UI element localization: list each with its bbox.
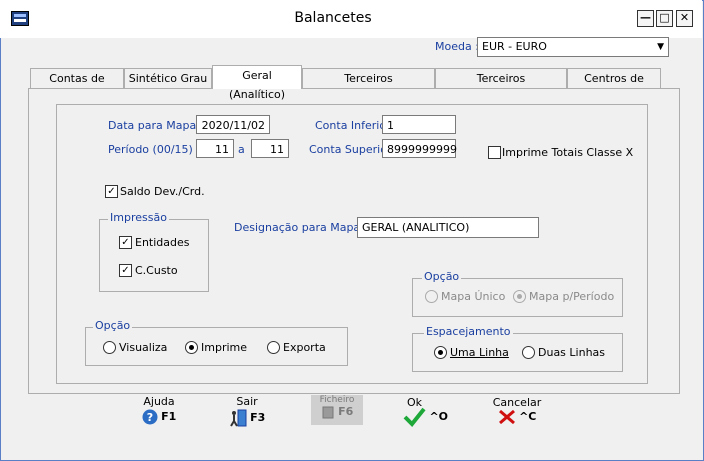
- uma-linha-radio[interactable]: [434, 346, 447, 359]
- data-mapa-label: Data para Mapa: [108, 119, 197, 132]
- checkmark-icon: [403, 407, 426, 427]
- maximize-button[interactable]: □: [656, 10, 673, 27]
- mapa-periodo-label: Mapa p/Período: [529, 290, 615, 303]
- svg-text:?: ?: [146, 411, 152, 424]
- ccusto-checkbox[interactable]: ✓: [119, 264, 132, 277]
- exit-door-icon: [229, 409, 247, 427]
- ok-key: ^O: [429, 410, 449, 423]
- file-icon: [322, 406, 334, 419]
- sair-key: F3: [250, 411, 266, 424]
- opcao-saida-title: Opção: [93, 319, 133, 332]
- data-mapa-field[interactable]: 2020/11/02: [196, 115, 270, 134]
- moeda-label: Moeda :: [435, 40, 479, 53]
- ficheiro-button[interactable]: Ficheiro F6: [311, 395, 363, 425]
- window-title: Balancetes: [294, 10, 372, 26]
- mapa-unico-label: Mapa Único: [441, 290, 506, 303]
- mapa-unico-radio[interactable]: [425, 290, 438, 303]
- ok-button[interactable]: Ok ^O: [400, 396, 450, 427]
- tab-terceiros-entidade-conta[interactable]: Terceiros Entidade/Conta: [435, 68, 567, 104]
- imprime-totais-checkbox[interactable]: [488, 146, 501, 159]
- exporta-radio[interactable]: [267, 341, 280, 354]
- chevron-down-icon[interactable]: ▼: [657, 38, 664, 56]
- impressao-group: [99, 219, 209, 292]
- help-icon: ?: [142, 409, 158, 425]
- conta-superior-field[interactable]: 8999999999: [382, 139, 457, 158]
- duas-linhas-label: Duas Linhas: [538, 346, 606, 359]
- impressao-title: Impressão: [108, 211, 169, 224]
- close-button[interactable]: ✕: [676, 10, 693, 27]
- sair-button[interactable]: Sair F3: [222, 395, 272, 427]
- uma-linha-label: Uma Linha: [450, 346, 509, 359]
- tab-centros-custo[interactable]: Centros de Custo: [567, 68, 661, 104]
- cancelar-label: Cancelar: [492, 396, 542, 409]
- duas-linhas-radio[interactable]: [522, 346, 535, 359]
- tab-sintetico-grau-x[interactable]: Sintético Grau X: [124, 68, 212, 104]
- conta-inferior-label: Conta Inferior: [315, 119, 391, 132]
- mapa-periodo-radio[interactable]: [513, 290, 526, 303]
- ajuda-button[interactable]: Ajuda ? F1: [134, 395, 184, 425]
- ficheiro-label: Ficheiro: [319, 395, 355, 405]
- imprime-label: Imprime: [201, 341, 248, 354]
- moeda-value: EUR - EURO: [482, 40, 547, 53]
- tab-geral-analitico[interactable]: Geral (Analítico): [212, 65, 302, 101]
- conta-superior-label: Conta Superior: [309, 143, 392, 156]
- ccusto-label: C.Custo: [135, 264, 178, 277]
- imprime-totais-label: Imprime Totais Classe X: [502, 146, 634, 159]
- moeda-select[interactable]: EUR - EURO ▼: [477, 37, 669, 57]
- cancel-x-icon: [498, 409, 515, 425]
- cancelar-key: ^C: [519, 410, 537, 423]
- periodo-separator: a: [238, 143, 245, 156]
- tab-contas-razao[interactable]: Contas de Razão: [30, 68, 124, 104]
- ficheiro-key: F6: [338, 405, 354, 418]
- periodo-label: Período (00/15): [108, 143, 193, 156]
- visualiza-label: Visualiza: [119, 341, 168, 354]
- title-bar: Balancetes — □ ✕: [0, 0, 702, 38]
- tab-terceiros-conta-entidade[interactable]: Terceiros Conta/Entidade: [302, 68, 435, 104]
- exporta-label: Exporta: [283, 341, 326, 354]
- designacao-field[interactable]: GERAL (ANALITICO): [357, 217, 539, 238]
- ajuda-key: F1: [161, 410, 177, 423]
- designacao-label: Designação para Mapa: [234, 221, 361, 234]
- imprime-radio[interactable]: [185, 341, 198, 354]
- entidades-label: Entidades: [135, 236, 190, 249]
- sair-label: Sair: [236, 395, 258, 408]
- periodo-to-field[interactable]: 11: [251, 139, 289, 158]
- saldo-checkbox[interactable]: ✓: [105, 185, 118, 198]
- conta-inferior-field[interactable]: 1: [382, 115, 456, 134]
- saldo-label: Saldo Dev./Crd.: [120, 185, 205, 198]
- minimize-button[interactable]: —: [637, 10, 654, 27]
- espacamento-title: Espacejamento: [424, 325, 513, 338]
- visualiza-radio[interactable]: [103, 341, 116, 354]
- periodo-from-field[interactable]: 11: [196, 139, 234, 158]
- cancelar-button[interactable]: Cancelar ^C: [490, 396, 544, 425]
- ajuda-label: Ajuda: [143, 395, 175, 408]
- opcao-mapa-title: Opção: [422, 270, 462, 283]
- entidades-checkbox[interactable]: ✓: [119, 236, 132, 249]
